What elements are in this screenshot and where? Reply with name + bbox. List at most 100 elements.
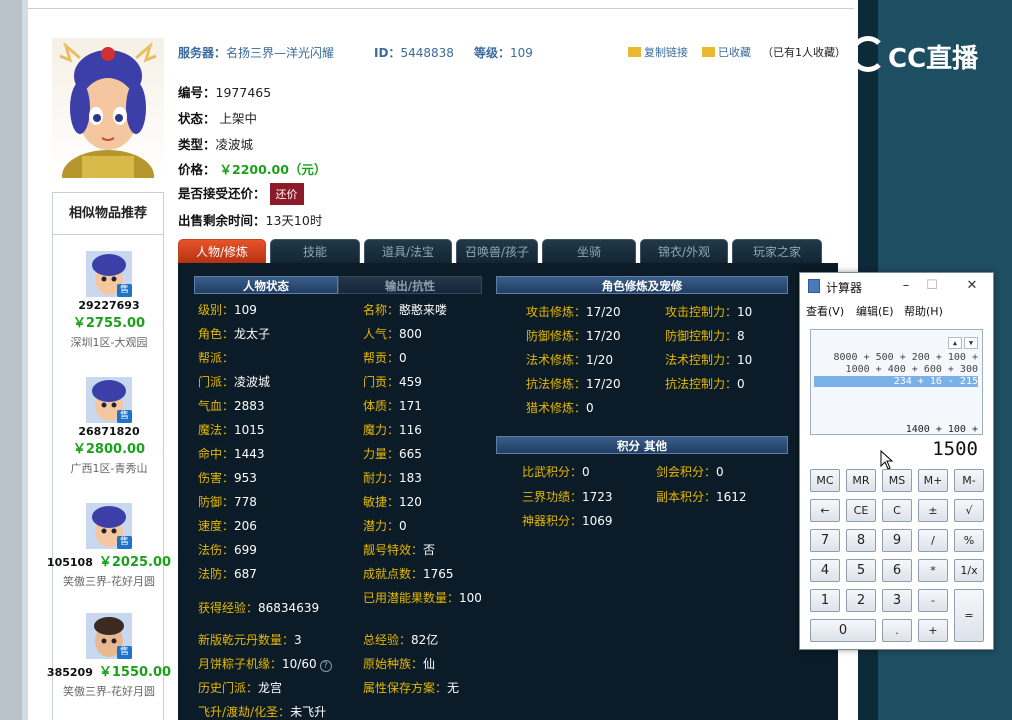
stat-row: 抗法修炼：17/20	[526, 377, 621, 391]
close-icon[interactable]: ✕	[962, 277, 982, 295]
key-decimal-button[interactable]: .	[882, 619, 912, 642]
stat-row: 耐力：183	[363, 471, 422, 485]
calculator-titlebar[interactable]: 计算器 – ☐ ✕	[800, 273, 993, 299]
similar-item-server: 深圳1区-大观园	[70, 336, 148, 349]
key-1-button[interactable]: 1	[810, 589, 840, 612]
history-up-icon[interactable]: ▲	[948, 337, 962, 349]
stat-row: 速度：206	[198, 519, 257, 533]
key-9-button[interactable]: 9	[882, 529, 912, 552]
tab-items[interactable]: 道具/法宝	[364, 239, 452, 263]
tab-player-home[interactable]: 玩家之家	[732, 239, 822, 263]
calculator-window: 计算器 – ☐ ✕ 查看(V) 编辑(E) 帮助(H) ▲ ▼ 8000 + 50…	[799, 272, 994, 650]
section-char-status[interactable]: 人物状态	[194, 276, 338, 294]
folder-star-icon	[702, 47, 715, 57]
maximize-icon[interactable]: ☐	[922, 277, 942, 295]
similar-item-id: 26871820	[78, 425, 140, 438]
stat-row: 原始种族：仙	[363, 657, 436, 671]
stat-row: 靓号特效：否	[363, 543, 436, 557]
stat-row: 帮派：	[198, 351, 235, 365]
for-sale-badge: 售	[117, 646, 132, 659]
key-8-button[interactable]: 8	[846, 529, 876, 552]
favorite-count: （已有1人收藏）	[762, 46, 846, 59]
stat-row: 角色：龙太子	[198, 327, 271, 341]
key-m-plus-button[interactable]: M+	[918, 469, 948, 492]
key-5-button[interactable]: 5	[846, 559, 876, 582]
key-equals-button[interactable]: =	[954, 589, 984, 642]
key-reciprocal-button[interactable]: 1/x	[954, 559, 984, 582]
similar-item-avatar: 售	[86, 251, 132, 297]
stat-row: 防御：778	[198, 495, 257, 509]
menu-help[interactable]: 帮助(H)	[904, 303, 943, 319]
key-backspace-button[interactable]: ←	[810, 499, 840, 522]
stat-row: 剑会积分：0	[656, 465, 724, 479]
stat-row: 法术控制力：10	[665, 353, 753, 367]
key-multiply-button[interactable]: *	[918, 559, 948, 582]
similar-item[interactable]: 售 26871820 ￥2800.00 广西1区-青秀山	[53, 377, 165, 476]
tab-skills[interactable]: 技能	[270, 239, 360, 263]
stat-row: 攻击修炼：17/20	[526, 305, 621, 319]
similar-item-id: 105108	[46, 556, 93, 569]
calculator-display: ▲ ▼ 8000 + 500 + 200 + 100 + 1000 + 400 +…	[810, 329, 983, 460]
key-0-button[interactable]: 0	[810, 619, 876, 642]
similar-item-price: ￥2800.00	[72, 442, 146, 457]
key-4-button[interactable]: 4	[810, 559, 840, 582]
section-output-resist[interactable]: 输出/抗性	[338, 276, 482, 294]
stat-row: 帮贡：0	[363, 351, 407, 365]
key-mr-button[interactable]: MR	[846, 469, 876, 492]
item-header: 服务器：名扬三界—洋光闪耀 ID：5448838 等级：109 复制链接 已收藏…	[178, 44, 848, 62]
menu-view[interactable]: 查看(V)	[806, 303, 844, 319]
help-icon[interactable]: ?	[319, 660, 332, 672]
cc-live-logo: CC直播	[848, 32, 988, 76]
history-line-selected[interactable]: 234 + 16 - 215	[814, 376, 978, 387]
tab-mounts[interactable]: 坐骑	[542, 239, 636, 263]
key-clear-entry-button[interactable]: CE	[846, 499, 876, 522]
menu-edit[interactable]: 编辑(E)	[856, 303, 894, 319]
key-2-button[interactable]: 2	[846, 589, 876, 612]
favorite-button[interactable]: 已收藏	[702, 44, 751, 60]
key-sqrt-button[interactable]: √	[954, 499, 984, 522]
similar-item[interactable]: 售 105108 ￥2025.00 笑傲三界-花好月圆	[47, 503, 171, 589]
key-subtract-button[interactable]: -	[918, 589, 948, 612]
id-field: ID：5448838	[374, 46, 454, 60]
folder-icon	[628, 47, 641, 57]
stat-row: 级别：109	[198, 303, 257, 317]
key-7-button[interactable]: 7	[810, 529, 840, 552]
result-value: 1500	[932, 438, 978, 460]
minimize-icon[interactable]: –	[896, 277, 916, 295]
similar-item-avatar: 售	[86, 377, 132, 423]
stat-row: 成就点数：1765	[363, 567, 454, 581]
stat-row: 伤害：953	[198, 471, 257, 485]
similar-item-price: ￥1550.00	[98, 665, 172, 680]
haggle-button[interactable]: 还价	[269, 183, 304, 205]
key-percent-button[interactable]: %	[954, 529, 984, 552]
key-m-minus-button[interactable]: M-	[954, 469, 984, 492]
for-sale-badge: 售	[117, 410, 132, 423]
tab-pets[interactable]: 召唤兽/孩子	[456, 239, 538, 263]
key-negate-button[interactable]: ±	[918, 499, 948, 522]
item-detail-page: 服务器：名扬三界—洋光闪耀 ID：5448838 等级：109 复制链接 已收藏…	[22, 0, 858, 720]
section-points: 积分 其他	[496, 436, 788, 454]
similar-item-avatar: 售	[86, 503, 132, 549]
key-6-button[interactable]: 6	[882, 559, 912, 582]
similar-item[interactable]: 售 385209 ￥1550.00 笑傲三界-花好月圆	[47, 613, 171, 699]
stat-row: 法防：687	[198, 567, 257, 581]
item-price: 价格： ￥2200.00（元）	[178, 162, 327, 177]
key-divide-button[interactable]: /	[918, 529, 948, 552]
stat-row: 防御控制力：8	[665, 329, 745, 343]
stat-row: 门贡：459	[363, 375, 422, 389]
copy-link-button[interactable]: 复制链接	[628, 44, 688, 60]
stat-row: 获得经验：86834639	[198, 601, 320, 615]
similar-item[interactable]: 售 29227693 ￥2755.00 深圳1区-大观园	[53, 251, 165, 350]
history-down-icon[interactable]: ▼	[964, 337, 978, 349]
tab-outfits[interactable]: 锦衣/外观	[640, 239, 728, 263]
server-field: 服务器：名扬三界—洋光闪耀	[178, 46, 335, 60]
key-clear-button[interactable]: C	[882, 499, 912, 522]
tab-character[interactable]: 人物/修炼	[178, 239, 266, 263]
key-ms-button[interactable]: MS	[882, 469, 912, 492]
mouse-cursor-icon	[880, 450, 894, 470]
key-3-button[interactable]: 3	[882, 589, 912, 612]
key-add-button[interactable]: +	[918, 619, 948, 642]
stat-row: 三界功绩：1723	[522, 490, 613, 504]
stat-row: 人气：800	[363, 327, 422, 341]
key-mc-button[interactable]: MC	[810, 469, 840, 492]
